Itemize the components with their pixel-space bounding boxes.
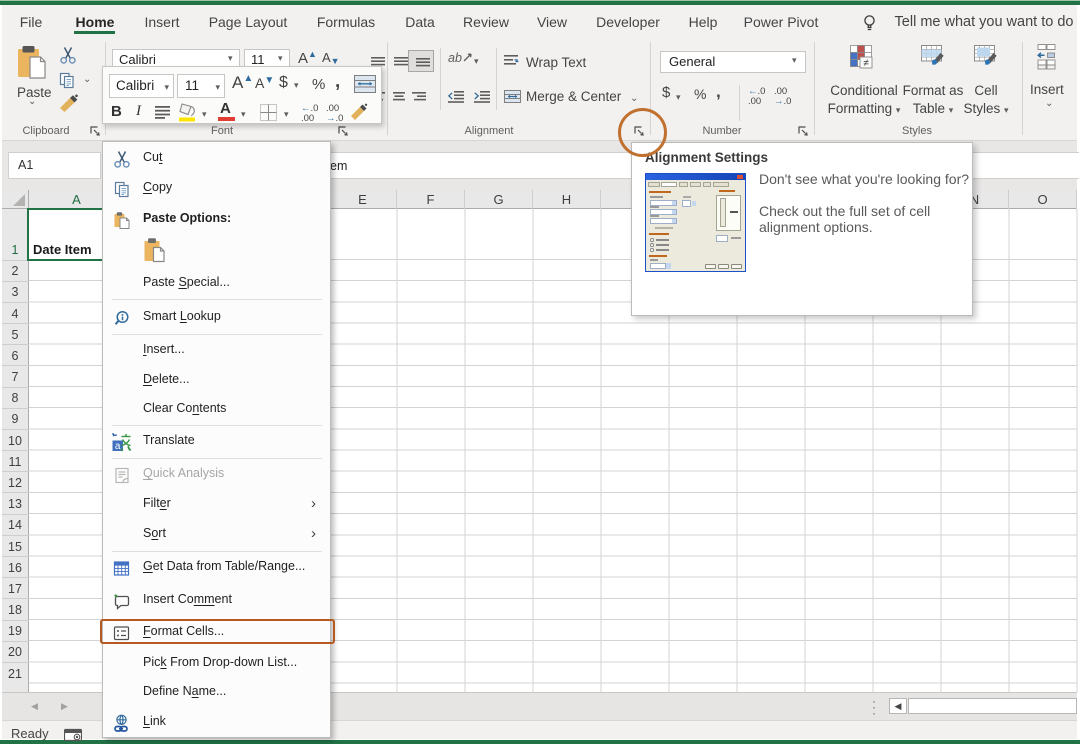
svg-text:a: a: [115, 441, 121, 452]
